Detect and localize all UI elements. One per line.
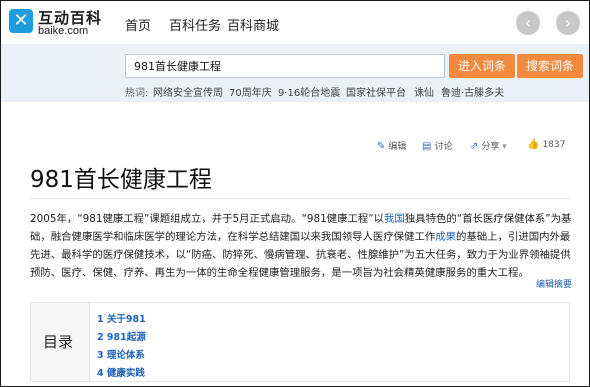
share-icon: ⇗ [470, 141, 479, 152]
link-country[interactable]: 我国 [384, 213, 405, 225]
search-input[interactable] [125, 54, 445, 78]
edit-summary-link[interactable]: 编辑摘要 [536, 277, 572, 290]
hot-word[interactable]: 国家社保平台 [346, 84, 406, 99]
nav-store[interactable]: 百科商城 [227, 15, 279, 34]
hot-word[interactable]: 鲁迪·古滕多夫 [441, 84, 504, 99]
like-button[interactable]: 👍 1837 [527, 139, 565, 150]
search-band: 进入词条 搜索词条 热词: 网络安全宣传周 70周年庆 9·16轮台地震 国家社… [1, 44, 589, 102]
toc-item[interactable]: 3 理论体系 [97, 347, 145, 361]
toc-label: 目录 [43, 333, 74, 351]
toc-label-box: 目录 [31, 303, 90, 381]
thumbs-up-icon: 👍 [527, 139, 540, 150]
logo-icon[interactable]: ✕ [9, 9, 33, 33]
search-entry-button[interactable]: 搜索词条 [517, 54, 583, 78]
hot-word[interactable]: 70周年庆 [229, 84, 272, 99]
top-bar: ✕ 互动百科 baike.com 首页 百科任务 百科商城 ‹ › [1, 1, 589, 44]
toc-item[interactable]: 2 981起源 [97, 329, 146, 343]
chevron-right-icon[interactable]: › [556, 11, 580, 35]
toc-item[interactable]: 4 健康实践 [97, 365, 145, 379]
comment-icon: ▤ [422, 141, 432, 152]
page-title: 981首长健康工程 [30, 167, 212, 193]
share-button[interactable]: ⇗ 分享 ▾ [470, 139, 507, 152]
chevron-left-icon[interactable]: ‹ [516, 11, 540, 35]
hot-word[interactable]: 诛仙 [414, 84, 434, 99]
toc-item[interactable]: 1 关于981 [97, 311, 146, 325]
hot-word[interactable]: 网络安全宣传周 [153, 84, 223, 99]
logo-domain: baike.com [38, 25, 89, 37]
enter-entry-button[interactable]: 进入词条 [449, 54, 515, 78]
pencil-icon: ✎ [377, 141, 386, 152]
nav-tasks[interactable]: 百科任务 [169, 15, 221, 34]
discuss-button[interactable]: ▤ 讨论 [422, 139, 452, 152]
edit-button[interactable]: ✎ 编辑 [377, 139, 406, 152]
summary-paragraph: 2005年，“981健康工程”课题组成立，并于5月正式启动。“981健康工程”以… [30, 213, 572, 279]
hot-words-label: 热词: [125, 88, 149, 99]
link-achievements[interactable]: 成果 [435, 231, 456, 243]
hot-word[interactable]: 9·16轮台地震 [278, 84, 340, 99]
table-of-contents: 目录 1 关于981 2 981起源 3 理论体系 4 健康实践 [30, 302, 570, 382]
nav-home[interactable]: 首页 [125, 15, 151, 34]
title-divider [30, 198, 570, 199]
